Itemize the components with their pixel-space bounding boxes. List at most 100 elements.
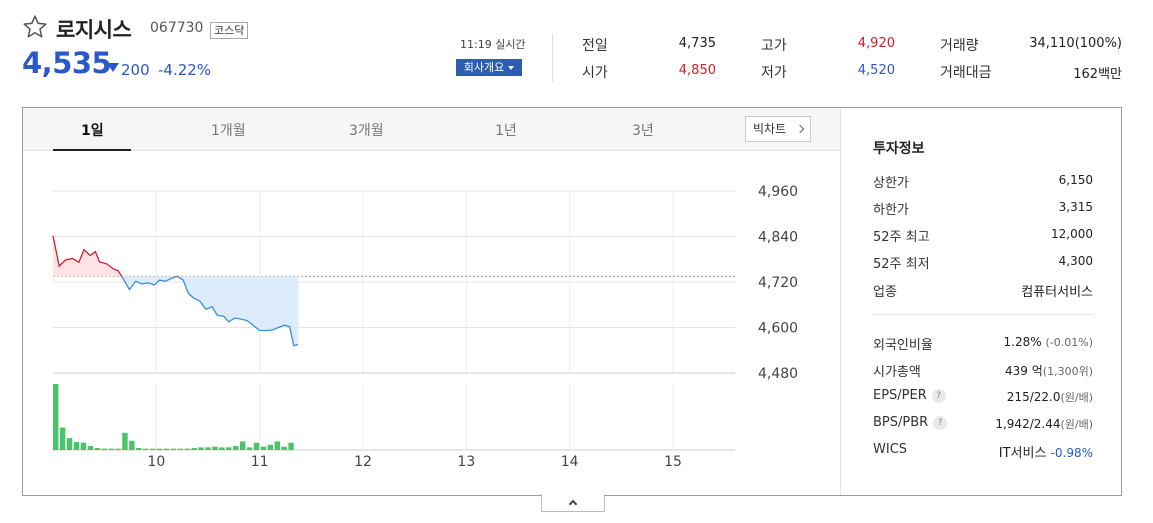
big-chart-button[interactable]: 빅차트: [745, 116, 811, 142]
volume-bar: [143, 448, 149, 450]
tab-3year[interactable]: 3년: [632, 120, 654, 140]
eps-per-label: EPS/PER: [873, 388, 927, 403]
info-label-52w-low: 52주 최저: [873, 257, 930, 272]
volume-bar: [115, 448, 121, 450]
volume-bar: [149, 448, 156, 450]
active-tab-indicator: [53, 149, 131, 151]
volume-bar: [184, 448, 190, 450]
info-value-industry[interactable]: 컴퓨터서비스: [973, 281, 1093, 300]
volume-bar: [267, 444, 274, 450]
header-divider: [552, 34, 553, 82]
volume-bar: [73, 442, 80, 450]
y-tick-label: 4,840: [758, 230, 798, 246]
x-tick-label: 10: [147, 454, 165, 470]
info-label-lower-limit: 하한가: [873, 203, 909, 218]
wics-sector[interactable]: IT서비스: [999, 446, 1047, 461]
intraday-price-chart: 4,960 4,840 4,720 4,600 4,480 10 11 12 13 14 15: [52, 184, 798, 470]
company-overview-label: 회사개요: [463, 61, 505, 74]
info-label-market-cap: 시가총액: [873, 365, 921, 380]
x-tick-label: 11: [251, 454, 269, 470]
favorite-star-icon[interactable]: [22, 14, 48, 40]
x-tick-label: 12: [354, 454, 372, 470]
x-tick-label: 15: [664, 454, 682, 470]
y-tick-label: 4,720: [758, 275, 798, 291]
volume-bar: [212, 446, 218, 450]
stock-code: 067730: [150, 20, 204, 36]
info-label-52w-high: 52주 최고: [873, 230, 930, 245]
stock-name: 로지시스: [56, 18, 132, 42]
x-tick-label: 13: [457, 454, 475, 470]
down-arrow-icon: [107, 63, 119, 72]
volume-bar: [274, 441, 280, 450]
volume-bar: [205, 447, 211, 450]
volume-bar: [101, 448, 107, 450]
info-label-upper-limit: 상한가: [873, 176, 909, 191]
info-label-eps-per: EPS/PER?: [873, 388, 946, 403]
current-price: 4,535: [22, 46, 112, 80]
eps-per-value: 215/22.0: [1006, 390, 1061, 404]
wics-change: -0.98%: [1050, 446, 1093, 460]
volume-bar: [226, 447, 232, 450]
volume-bar: [239, 441, 246, 450]
chevron-right-icon: [795, 124, 805, 134]
market-badge: 코스닥: [210, 22, 249, 39]
volume-bar: [156, 448, 163, 450]
volume-bar: [122, 432, 128, 450]
volume-bar: [281, 446, 287, 450]
help-icon[interactable]: ?: [933, 416, 948, 430]
chevron-up-icon: [568, 499, 578, 509]
price-area-down: [53, 276, 298, 346]
change-rate: -4.22%: [158, 61, 212, 79]
summary-label-volume: 거래량: [940, 38, 979, 54]
bps-pbr-unit: (원/배): [1060, 418, 1093, 431]
volume-bar: [260, 446, 267, 450]
volume-bar: [163, 448, 170, 450]
info-separator: [873, 314, 1093, 315]
volume-bar: [66, 438, 73, 450]
tab-3month[interactable]: 3개월: [349, 120, 384, 140]
volume-bar: [233, 446, 239, 450]
info-value-eps-per: 215/22.0(원/배): [953, 389, 1093, 405]
volume-bar: [136, 448, 142, 450]
market-cap-rank: (1,300위): [1042, 365, 1093, 378]
info-label-bps-pbr: BPS/PBR?: [873, 415, 948, 430]
volume-bar: [108, 448, 114, 450]
volume-bar: [177, 448, 184, 450]
summary-label-low: 저가: [761, 65, 787, 81]
collapse-toggle-button[interactable]: [541, 494, 605, 512]
volume-bar: [129, 440, 135, 450]
realtime-label: 11:19 실시간: [460, 38, 526, 51]
tab-1day[interactable]: 1일: [81, 120, 104, 140]
price-change: 200: [121, 61, 150, 79]
volume-bar: [288, 442, 294, 450]
info-value-bps-pbr: 1,942/2.44(원/배): [953, 416, 1093, 432]
summary-value-prev-close: 4,735: [678, 36, 716, 51]
info-value-wics: IT서비스 -0.98%: [953, 442, 1093, 461]
summary-value-low: 4,520: [857, 63, 895, 78]
summary-label-amount: 거래대금: [940, 65, 992, 81]
summary-label-open: 시가: [582, 65, 608, 81]
summary-value-open: 4,850: [678, 63, 716, 78]
investment-info-title: 투자정보: [873, 141, 925, 157]
info-value-52w-low: 4,300: [1058, 254, 1093, 268]
info-value-lower-limit: 3,315: [1058, 200, 1093, 214]
foreign-ratio-value: 1.28%: [1003, 335, 1042, 349]
volume-bar: [170, 448, 177, 450]
volume-bar: [80, 442, 87, 450]
volume-bar: [59, 427, 66, 450]
y-tick-label: 4,480: [758, 366, 798, 382]
tab-1month[interactable]: 1개월: [211, 120, 246, 140]
y-tick-label: 4,960: [758, 184, 798, 200]
summary-value-amount: 162백만: [1073, 67, 1122, 82]
volume-bar: [253, 442, 260, 450]
info-label-industry: 업종: [873, 285, 897, 300]
summary-value-volume: 34,110(100%): [1029, 36, 1122, 51]
market-cap-value: 439 억: [1005, 364, 1043, 378]
info-label-foreign-ratio: 외국인비율: [873, 338, 933, 353]
help-icon[interactable]: ?: [931, 389, 946, 403]
tab-1year[interactable]: 1년: [495, 120, 517, 140]
company-overview-button[interactable]: 회사개요: [456, 59, 522, 76]
foreign-ratio-change: (-0.01%): [1045, 336, 1094, 349]
info-label-wics: WICS: [873, 442, 908, 457]
caret-down-icon: [508, 66, 515, 70]
